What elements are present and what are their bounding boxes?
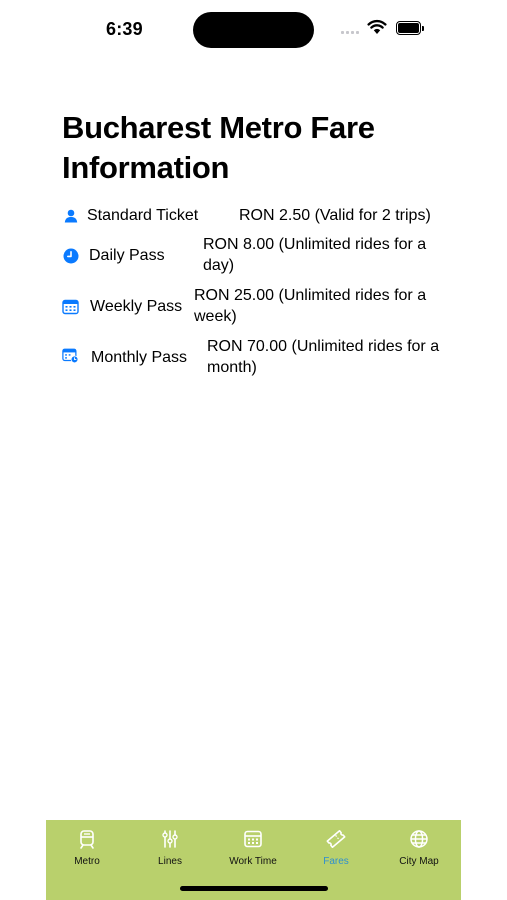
fare-name: Monthly Pass: [91, 349, 188, 366]
fare-row-daily: Daily Pass RON 8.00 (Unlimited rides for…: [62, 234, 462, 278]
fare-name: Daily Pass: [89, 247, 165, 264]
tab-label: Lines: [158, 856, 182, 867]
fare-row-standard: Standard Ticket RON 2.50 (Valid for 2 tr…: [62, 205, 462, 229]
person-icon: [62, 207, 79, 224]
tab-lines[interactable]: Lines: [130, 828, 210, 867]
fare-name: Standard Ticket: [87, 207, 199, 224]
wifi-icon: [367, 19, 387, 34]
tab-label: City Map: [399, 856, 439, 867]
home-indicator[interactable]: [180, 886, 328, 891]
fare-price: RON 25.00 (Unlimited rides for a week): [194, 287, 427, 325]
tab-city-map[interactable]: City Map: [379, 828, 459, 867]
status-time: 6:39: [106, 19, 143, 39]
fare-price: RON 2.50 (Valid for 2 trips): [239, 207, 431, 224]
clock-icon: [62, 247, 79, 264]
ticket-icon: [326, 829, 346, 849]
status-bar: 6:39: [0, 0, 507, 60]
tab-label: Work Time: [229, 856, 277, 867]
globe-icon: [410, 830, 428, 848]
calendar-badge-icon: [62, 347, 79, 364]
tab-label: Fares: [323, 856, 349, 867]
tab-work-time[interactable]: Work Time: [213, 828, 293, 867]
dynamic-island: [193, 12, 314, 48]
tab-metro[interactable]: Metro: [47, 828, 127, 867]
sliders-icon: [162, 830, 178, 848]
fare-name: Weekly Pass: [90, 298, 183, 315]
fare-row-weekly: Weekly Pass RON 25.00 (Unlimited rides f…: [62, 285, 462, 329]
page-title: Bucharest Metro Fare Information: [62, 110, 375, 185]
tab-fares[interactable]: Fares: [296, 828, 376, 867]
cellular-signal-icon: [341, 31, 359, 34]
calendar-icon: [244, 830, 262, 848]
tab-label: Metro: [74, 856, 100, 867]
fare-price: RON 8.00 (Unlimited rides for a day): [203, 236, 427, 274]
calendar-icon: [62, 298, 79, 315]
tram-icon: [80, 830, 94, 849]
fare-price: RON 70.00 (Unlimited rides for a month): [207, 338, 440, 376]
fare-row-monthly: Monthly Pass RON 70.00 (Unlimited rides …: [62, 336, 462, 380]
battery-icon: [396, 21, 424, 35]
